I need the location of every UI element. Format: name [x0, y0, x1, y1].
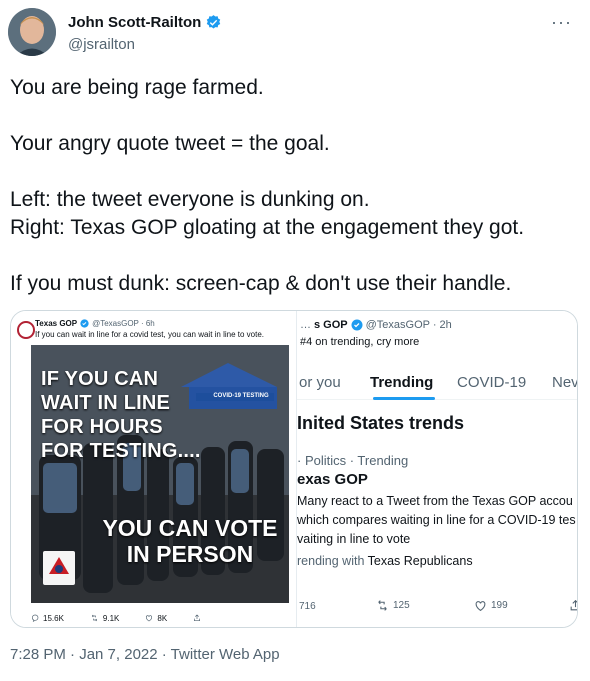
- left-stats: 15.6K 9.1K 8K: [31, 611, 289, 625]
- image-sign: COVID-19 TESTING: [213, 393, 269, 399]
- left-likes-count: 8K: [157, 613, 168, 623]
- retweet-icon: [91, 614, 97, 622]
- right-retweets-count: 125: [393, 600, 410, 611]
- trending-with-label: rending with: [297, 554, 368, 568]
- right-replies-count: 716: [299, 601, 316, 612]
- image-overlay-top: IF YOU CAN WAIT IN LINE FOR HOURS FOR TE…: [41, 368, 201, 462]
- trend-item[interactable]: · Politics · Trending exas GOP Many reac…: [297, 453, 577, 568]
- trend-context: · Politics · Trending: [297, 453, 409, 468]
- avatar-image: [8, 8, 56, 56]
- tweet-header: John Scott-Railton @jsrailton ···: [8, 8, 582, 58]
- left-text: If you can wait in line for a covid test…: [35, 330, 265, 339]
- right-card-header: … s GOP @TexasGOP · 2h #4 on trending, c…: [297, 319, 577, 349]
- tweet-line-2: Your angry quote tweet = the goal.: [10, 132, 330, 155]
- right-tabs: or you Trending COVID-19 Nev: [297, 369, 577, 400]
- verified-badge-icon: [207, 15, 221, 29]
- left-replies[interactable]: 15.6K: [31, 614, 64, 623]
- share-icon[interactable]: [569, 599, 578, 612]
- right-screenshot[interactable]: … s GOP @TexasGOP · 2h #4 on trending, c…: [296, 311, 577, 627]
- left-account-row: Texas GOP @TexasGOP · 6h: [35, 319, 155, 328]
- tweet-text: You are being rage farmed. Your angry qu…: [10, 74, 585, 326]
- right-text: #4 on trending, cry more: [300, 336, 420, 348]
- right-account-prefix: …: [300, 319, 311, 331]
- right-stats: 716 125 199: [297, 599, 577, 615]
- left-likes[interactable]: 8K: [145, 614, 167, 623]
- author-handle[interactable]: @jsrailton: [68, 36, 135, 53]
- avatar[interactable]: [8, 8, 56, 56]
- reply-icon: [31, 614, 39, 622]
- tweet-line-4: If you must dunk: screen-cap & don't use…: [10, 272, 512, 295]
- trend-name: exas GOP: [297, 471, 368, 488]
- media-attachment[interactable]: Texas GOP @TexasGOP · 6h If you can wait…: [10, 310, 578, 628]
- retweet-icon: [378, 600, 387, 611]
- trends-heading: Inited States trends: [297, 413, 465, 433]
- author-name-row[interactable]: John Scott-Railton: [68, 14, 222, 31]
- more-options-icon[interactable]: ···: [551, 12, 572, 33]
- left-screenshot[interactable]: Texas GOP @TexasGOP · 6h If you can wait…: [11, 311, 296, 627]
- tweet-timestamp[interactable]: 7:28 PM · Jan 7, 2022 · Twitter Web App: [10, 646, 280, 663]
- tab-for-you[interactable]: or you: [299, 374, 341, 391]
- tab-covid[interactable]: COVID-19: [457, 374, 526, 391]
- image-overlay-bottom: YOU CAN VOTE IN PERSON: [102, 515, 278, 567]
- left-replies-count: 15.6K: [43, 613, 64, 623]
- tweet-line-3: Left: the tweet everyone is dunking on. …: [10, 188, 525, 239]
- tab-news[interactable]: Nev: [552, 374, 577, 391]
- trend-description: Many react to a Tweet from the Texas GOP…: [297, 494, 576, 546]
- share-icon[interactable]: [193, 614, 201, 622]
- tab-trending[interactable]: Trending: [370, 374, 433, 391]
- right-account-row: … s GOP @TexasGOP · 2h: [300, 319, 452, 331]
- left-card-header: Texas GOP @TexasGOP · 6h If you can wait…: [17, 319, 287, 345]
- tab-trending-underline: [373, 397, 435, 400]
- left-account: Texas GOP: [35, 319, 78, 328]
- left-handle-time: @TexasGOP · 6h: [92, 319, 155, 328]
- heart-icon: [146, 615, 153, 622]
- left-image[interactable]: IF YOU CAN WAIT IN LINE FOR HOURS FOR TE…: [31, 345, 289, 603]
- right-account: s GOP: [314, 319, 348, 331]
- right-handle-time: @TexasGOP · 2h: [365, 319, 452, 331]
- author-name[interactable]: John Scott-Railton: [68, 14, 201, 31]
- right-verified-icon: [351, 319, 363, 331]
- trending-with: rending with Texas Republicans: [297, 554, 577, 568]
- left-retweets[interactable]: 9.1K: [90, 614, 119, 623]
- right-likes-count: 199: [491, 600, 508, 611]
- heart-icon: [475, 601, 486, 612]
- tweet-line-1: You are being rage farmed.: [10, 76, 264, 99]
- left-avatar: [17, 321, 35, 339]
- left-retweets-count: 9.1K: [102, 613, 120, 623]
- left-verified-icon: [80, 319, 89, 328]
- right-likes[interactable]: 199: [474, 599, 508, 612]
- trending-with-value[interactable]: Texas Republicans: [368, 554, 473, 568]
- right-retweets[interactable]: 125: [376, 599, 410, 612]
